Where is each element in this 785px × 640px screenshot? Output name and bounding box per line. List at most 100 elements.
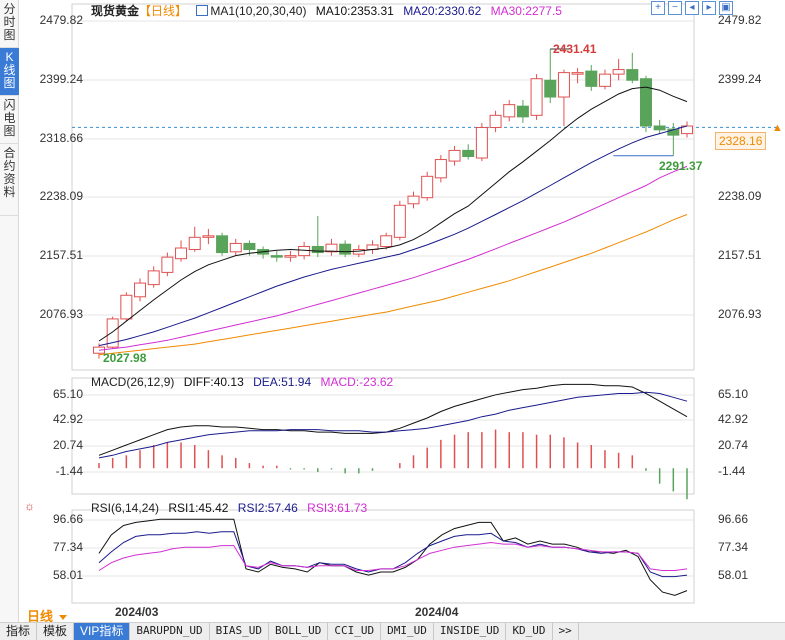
- main-legend: 现货黄金【日线】 MA1(10,20,30,40) MA10:2353.31 M…: [91, 2, 568, 19]
- candle-body: [202, 235, 215, 238]
- tab-templates[interactable]: 模板: [37, 623, 75, 640]
- ma40-line: [98, 214, 688, 356]
- candle-body: [161, 256, 174, 273]
- rsi-tick-right: 77.34: [718, 540, 749, 554]
- rsi-tick-left: 96.66: [52, 512, 83, 526]
- candle-body: [639, 78, 652, 127]
- macd-tick-right: -1.44: [718, 464, 746, 478]
- rsi-legend: RSI(6,14,24) RSI1:45.42 RSI2:57.46 RSI3:…: [91, 501, 373, 515]
- candle-body: [339, 243, 352, 255]
- candle-body: [243, 242, 256, 251]
- tab-more[interactable]: >>: [553, 623, 579, 640]
- tab-kd[interactable]: KD_UD: [506, 623, 553, 640]
- ma20-line: [98, 125, 688, 347]
- candle-body: [475, 127, 488, 159]
- price-tick-right: 2479.82: [718, 13, 762, 27]
- rsi-tick-left: 58.01: [52, 568, 83, 582]
- price-tick-left: 2238.09: [39, 189, 83, 203]
- ma-label: MA1(10,20,30,40): [210, 4, 307, 18]
- candle-body: [530, 78, 543, 116]
- view-switcher: 分时图 K线图 闪电图 合约资料: [0, 0, 19, 622]
- candle-body: [284, 255, 297, 258]
- rsi-label: RSI(6,14,24): [91, 501, 160, 515]
- candle-body: [175, 247, 188, 260]
- tab-inside[interactable]: INSIDE_UD: [434, 623, 507, 640]
- candle-body: [448, 149, 461, 162]
- candle-body: [393, 204, 406, 238]
- candle-body: [612, 69, 625, 75]
- macd-tick-left: -1.44: [55, 464, 83, 478]
- tab-boll[interactable]: BOLL_UD: [269, 623, 329, 640]
- price-arrow-icon: ▲: [772, 122, 783, 134]
- macd-tick-right: 65.10: [718, 387, 749, 401]
- candle-body: [503, 104, 516, 118]
- macd-tick-left: 42.92: [52, 412, 83, 426]
- date-label: 2024/04: [415, 605, 459, 619]
- low-annotation: 2027.98: [103, 351, 147, 365]
- tab-dmi[interactable]: DMI_UD: [381, 623, 434, 640]
- zoom-out-icon[interactable]: −: [668, 1, 682, 15]
- rsi2-value: RSI2:57.46: [237, 501, 298, 515]
- ma10-line: [98, 86, 688, 342]
- candle-body: [489, 114, 502, 129]
- candle-body: [516, 105, 529, 118]
- price-tick-left: 2076.93: [39, 307, 83, 321]
- tab-vip-indicators[interactable]: VIP指标: [74, 623, 131, 640]
- price-tick-left: 2157.51: [39, 248, 83, 262]
- high-annotation: 2431.41: [553, 42, 597, 56]
- rsi-tick-right: 96.66: [718, 512, 749, 526]
- indicator-settings-icon[interactable]: ☼: [24, 499, 35, 513]
- candle-body: [380, 235, 393, 247]
- tab-bias[interactable]: BIAS_UD: [210, 623, 269, 640]
- zoom-in-icon[interactable]: +: [651, 1, 665, 15]
- arrow-right-icon[interactable]: ▸: [702, 1, 716, 15]
- ma30-value: MA30:2277.5: [490, 4, 562, 18]
- macd-diff: DIFF:40.13: [183, 375, 244, 389]
- candle-body: [626, 69, 639, 81]
- price-tick-right: 2076.93: [718, 307, 762, 321]
- tab-contract-info[interactable]: 合约资料: [0, 144, 19, 216]
- price-tick-right: 2238.09: [718, 189, 762, 203]
- current-price-tag: 2328.16: [715, 132, 767, 150]
- indicator-tabbar: 指标 模板 VIP指标 BARUPDN_UD BIAS_UD BOLL_UD C…: [0, 622, 785, 640]
- candle-body: [147, 270, 160, 286]
- candle-body: [120, 294, 133, 320]
- rsi-panel: [71, 509, 695, 604]
- candle-body: [653, 125, 666, 131]
- period-tag: 【日线】: [139, 4, 188, 18]
- candle-body: [434, 159, 447, 179]
- price-tick-left: 2399.24: [39, 72, 83, 86]
- candle-body: [298, 245, 311, 257]
- ma-settings-icon[interactable]: [196, 5, 209, 16]
- dea-line: [98, 391, 688, 459]
- candle-body: [134, 282, 147, 298]
- macd-value: MACD:-23.62: [320, 375, 394, 389]
- price-tick-right: 2157.51: [718, 248, 762, 262]
- tab-cci[interactable]: CCI_UD: [328, 623, 382, 640]
- candle-body: [229, 242, 242, 253]
- tab-timeshare[interactable]: 分时图: [0, 0, 19, 48]
- tab-indicators[interactable]: 指标: [0, 623, 38, 640]
- tab-kline[interactable]: K线图: [0, 48, 19, 96]
- arrow-left-icon[interactable]: ◂: [685, 1, 699, 15]
- date-label: 2024/03: [115, 605, 159, 619]
- rsi-tick-left: 77.34: [52, 540, 83, 554]
- ma30-line: [98, 165, 688, 351]
- candle-body: [462, 149, 475, 157]
- macd-legend: MACD(26,12,9) DIFF:40.13 DEA:51.94 MACD:…: [91, 375, 399, 389]
- macd-tick-left: 65.10: [52, 387, 83, 401]
- ma10-value: MA10:2353.31: [315, 4, 394, 18]
- rsi3-line: [98, 541, 688, 571]
- tab-flash[interactable]: 闪电图: [0, 96, 19, 144]
- rsi1-line: [98, 518, 688, 596]
- candle-body: [571, 72, 584, 75]
- tab-barupdn[interactable]: BARUPDN_UD: [130, 623, 210, 640]
- rsi3-value: RSI3:61.73: [307, 501, 368, 515]
- rsi-tick-right: 58.01: [718, 568, 749, 582]
- price-tick-left: 2479.82: [39, 13, 83, 27]
- candle-body: [421, 175, 434, 199]
- instrument-title: 现货黄金: [91, 4, 140, 18]
- macd-tick-right: 20.74: [718, 438, 749, 452]
- ma20-value: MA20:2330.62: [403, 4, 482, 18]
- candle-body: [585, 70, 598, 87]
